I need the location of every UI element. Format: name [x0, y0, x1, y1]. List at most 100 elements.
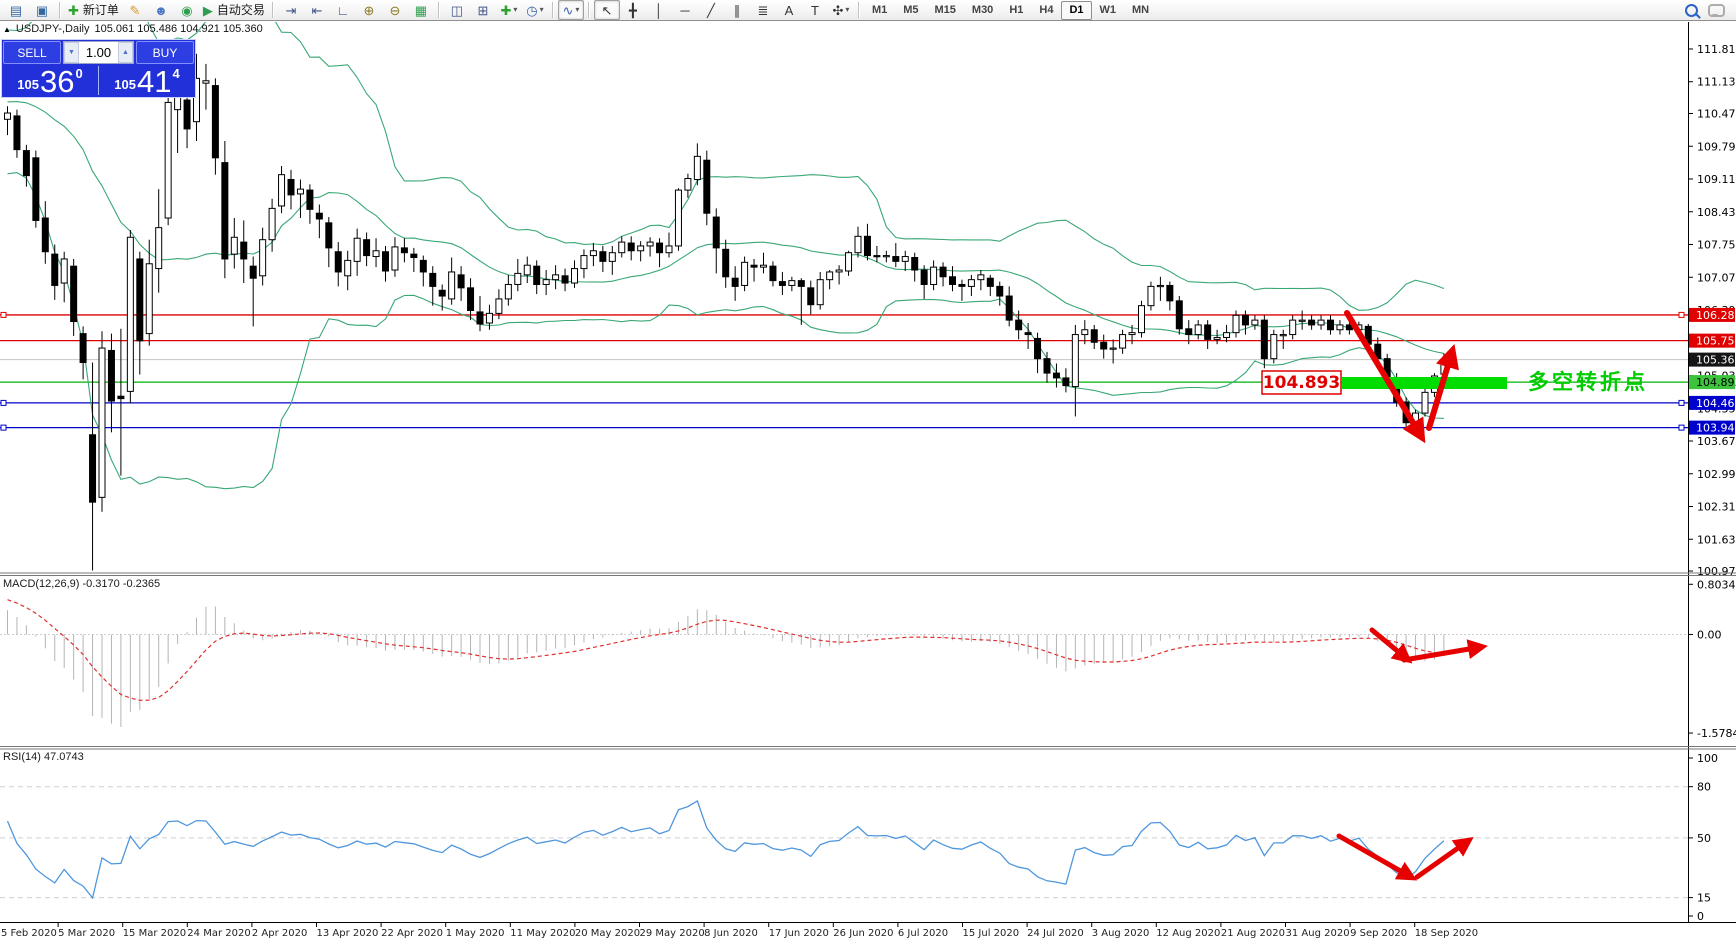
macd-panel [0, 600, 1688, 727]
annotation-note-text: 多空转折点 [1528, 370, 1648, 394]
sell-button[interactable]: SELL [3, 41, 61, 64]
buy-price[interactable]: 105 41 4 [99, 64, 195, 97]
new-order-button-label: 新订单 [83, 4, 119, 16]
buy-button[interactable]: BUY [136, 41, 194, 64]
chart-canvas[interactable]: 111.810111.130110.470109.790109.110108.4… [0, 0, 1736, 950]
sell-price[interactable]: 105 36 0 [2, 64, 98, 97]
highlighter-icon[interactable]: ✎ [122, 0, 148, 20]
support-bar [1342, 377, 1507, 389]
autotrading-button[interactable]: ▶ 自动交易 [200, 0, 268, 20]
fibonacci-icon[interactable]: ≣ [750, 0, 776, 20]
toolbar: ▤▣✚新订单✎☻◉▶自动交易⇥⇤∟⊕⊖▦◫⊞✚▾◷▾∿▾↖╋│─╱∥≣AT✣▾ … [0, 0, 1736, 21]
trend-arrow [1347, 313, 1421, 436]
chart-type-icon-dropdown[interactable]: ▾ [575, 6, 579, 14]
profile-icon-glyph: ☻ [154, 4, 168, 17]
text-icon[interactable]: A [776, 0, 802, 20]
tile-windows-icon[interactable]: ▦ [408, 0, 434, 20]
price-scale-icon-glyph: ∟ [337, 4, 350, 17]
chart-profiles-icon-glyph: ▤ [10, 4, 22, 17]
period-icon-dropdown[interactable]: ▾ [540, 6, 544, 14]
new-order-button-glyph: ✚ [68, 4, 79, 17]
toolbar-separator [59, 2, 61, 18]
price-scale[interactable] [1689, 22, 1736, 922]
panel-separators[interactable] [0, 573, 1736, 923]
arrows-icon[interactable]: ✣▾ [828, 0, 854, 20]
timeframe-h1[interactable]: H1 [1001, 1, 1031, 20]
symbol-period-label: USDJPY-,Daily [16, 23, 90, 35]
zoom-out-icon[interactable]: ⊖ [382, 0, 408, 20]
autoscroll-icon-glyph: ⇥ [285, 4, 296, 17]
rsi-panel [0, 787, 1688, 898]
highlighter-icon-glyph: ✎ [129, 4, 140, 17]
lot-size-stepper[interactable]: ▼ 1.00 ▲ [63, 41, 134, 64]
channel-icon[interactable]: ∥ [724, 0, 750, 20]
toolbar-separator [272, 2, 274, 18]
chart-shift-icon-glyph: ⇤ [311, 4, 322, 17]
autotrading-button-glyph: ▶ [203, 4, 213, 17]
autoscroll-icon[interactable]: ⇥ [278, 0, 304, 20]
ohlc-values: 105.061 105.486 104.921 105.360 [94, 23, 262, 35]
text-label-icon-glyph: T [811, 4, 819, 17]
lot-size-input[interactable]: 1.00 [79, 42, 118, 63]
chart-annotations[interactable]: 104.893多空转折点 [1262, 313, 1648, 877]
text-label-icon[interactable]: T [802, 0, 828, 20]
text-icon-glyph: A [785, 4, 794, 17]
rsi-arrow [1339, 836, 1411, 877]
date-scale[interactable] [0, 923, 1688, 945]
toolbar-separator [552, 2, 554, 18]
lot-increase-button[interactable]: ▲ [118, 42, 133, 63]
toolbar-separator [438, 2, 440, 18]
horizontal-line-icon-glyph: ─ [680, 4, 689, 17]
timeframe-w1[interactable]: W1 [1092, 1, 1125, 20]
timeframe-m15[interactable]: M15 [927, 1, 964, 20]
add-indicator-icon-dropdown[interactable]: ▾ [513, 6, 517, 14]
cursor-icon-glyph: ↖ [601, 4, 612, 17]
zoom-in-icon-glyph: ⊕ [363, 4, 374, 17]
zoom-in-icon[interactable]: ⊕ [356, 0, 382, 20]
rsi-label: RSI(14) 47.0743 [3, 751, 84, 763]
fibonacci-icon-glyph: ≣ [757, 4, 768, 17]
toolbar-separator [858, 2, 860, 18]
timeframe-d1[interactable]: D1 [1061, 1, 1091, 20]
chart-type-icon-glyph: ∿ [562, 4, 573, 17]
indicator-windows-icon[interactable]: ⊞ [470, 0, 496, 20]
chart-profiles-icon[interactable]: ▤ [3, 0, 29, 20]
vertical-line-icon-glyph: │ [655, 4, 663, 17]
toolbar-separator [588, 2, 590, 18]
timeframe-m30[interactable]: M30 [964, 1, 1001, 20]
new-order-button[interactable]: ✚ 新订单 [65, 0, 122, 20]
search-icon[interactable] [1685, 4, 1698, 17]
timeframe-mn[interactable]: MN [1124, 1, 1157, 20]
horizontal-line-icon[interactable]: ─ [672, 0, 698, 20]
timeframe-m1[interactable]: M1 [864, 1, 895, 20]
indicators-icon[interactable]: ◫ [444, 0, 470, 20]
chart-type-icon[interactable]: ∿▾ [558, 0, 584, 20]
arrows-icon-glyph: ✣ [832, 4, 843, 17]
signals-icon-glyph: ◉ [181, 4, 192, 17]
chart-shift-icon[interactable]: ⇤ [304, 0, 330, 20]
direction-icon: ▲ [3, 25, 11, 34]
period-icon[interactable]: ◷▾ [522, 0, 548, 20]
one-click-trading-panel: SELL ▼ 1.00 ▲ BUY 105 36 0 105 41 4 [1, 39, 196, 98]
macd-label: MACD(12,26,9) -0.3170 -0.2365 [3, 578, 160, 590]
lot-decrease-button[interactable]: ▼ [64, 42, 79, 63]
data-window-icon[interactable]: ▣ [29, 0, 55, 20]
autotrading-button-label: 自动交易 [217, 4, 265, 16]
tile-windows-icon-glyph: ▦ [415, 4, 427, 17]
trendline-icon[interactable]: ╱ [698, 0, 724, 20]
chat-icon[interactable] [1708, 4, 1725, 17]
vertical-line-icon[interactable]: │ [646, 0, 672, 20]
add-indicator-icon-glyph: ✚ [500, 4, 511, 17]
timeframe-h4[interactable]: H4 [1031, 1, 1061, 20]
signals-icon[interactable]: ◉ [174, 0, 200, 20]
add-indicator-icon[interactable]: ✚▾ [496, 0, 522, 20]
cursor-icon[interactable]: ↖ [594, 0, 620, 20]
price-scale-icon[interactable]: ∟ [330, 0, 356, 20]
arrows-icon-dropdown[interactable]: ▾ [845, 6, 849, 14]
timeframe-m5[interactable]: M5 [895, 1, 926, 20]
profile-icon[interactable]: ☻ [148, 0, 174, 20]
crosshair-icon-glyph: ╋ [629, 4, 637, 17]
trendline-icon-glyph: ╱ [707, 4, 715, 17]
crosshair-icon[interactable]: ╋ [620, 0, 646, 20]
zoom-out-icon-glyph: ⊖ [389, 4, 400, 17]
